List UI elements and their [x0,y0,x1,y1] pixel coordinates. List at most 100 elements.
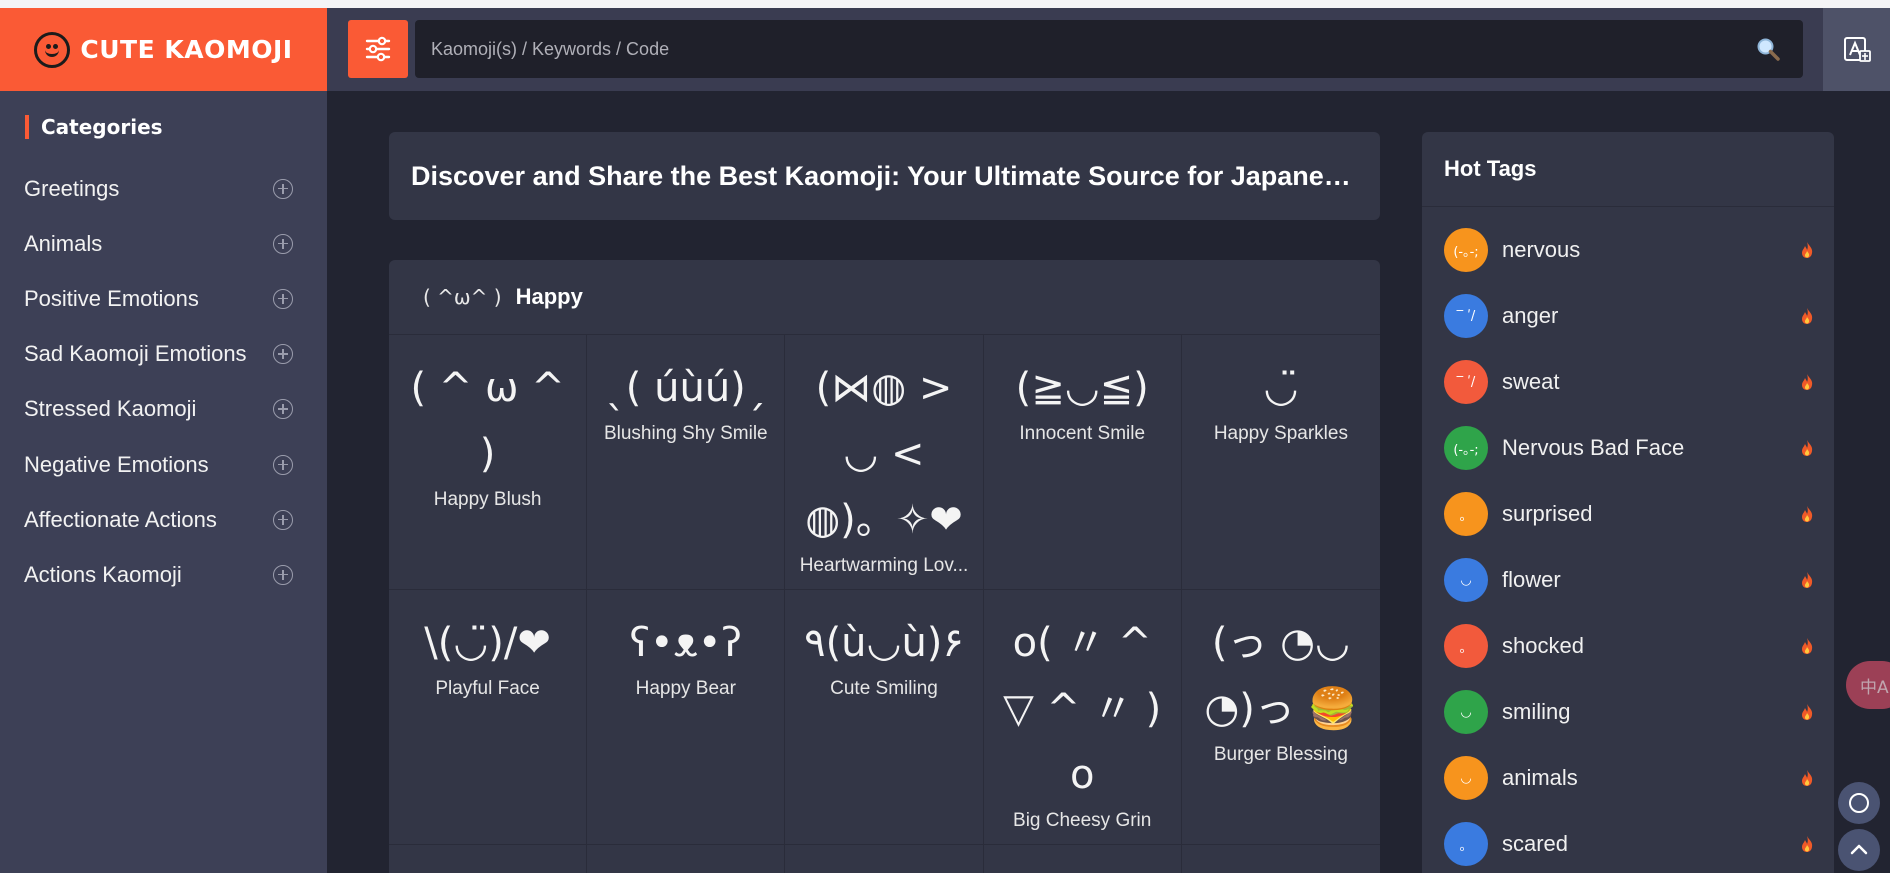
tag-avatar: ◡ [1444,558,1488,602]
flame-icon [1802,506,1813,522]
sidebar-item-label: Greetings [24,175,120,201]
tag-avatar: ◡ [1444,756,1488,800]
smiley-logo-icon [34,31,71,68]
flame-icon [1802,242,1813,258]
hot-tag-item[interactable]: ◡ flower [1422,547,1834,613]
scroll-to-top-button[interactable] [1838,829,1880,871]
kaomoji-card[interactable] [587,845,786,873]
kaomoji-card[interactable]: \(◡̈)/❤ Playful Face [389,590,588,845]
tag-avatar: (-｡-; [1444,426,1488,470]
tag-name[interactable]: surprised [1502,501,1800,527]
theme-toggle-button[interactable] [1838,782,1880,824]
flame-icon [1802,308,1813,324]
hot-tag-item[interactable]: ‾ ʹ/sweat [1422,349,1834,415]
kaomoji-text[interactable]: (⋈◍ > ◡ < ◍)。✧❤ [793,355,974,553]
sidebar-item-negative-emotions[interactable]: Negative Emotions [0,437,327,492]
hot-tag-item[interactable]: ◡ smiling [1422,679,1834,745]
hot-tag-item[interactable]: 。 surprised [1422,481,1834,547]
expand-plus-icon[interactable] [273,509,293,530]
sidebar-item-positive-emotions[interactable]: Positive Emotions [0,271,327,326]
tag-name[interactable]: sweat [1502,369,1800,395]
sidebar-item-label: Animals [24,230,103,256]
tag-name[interactable]: scared [1502,831,1800,857]
hot-tag-item[interactable]: (-｡-; Nervous Bad Face [1422,415,1834,481]
hot-tag-item[interactable]: ◡ animals [1422,745,1834,811]
section-title[interactable]: Happy [516,284,583,310]
expand-plus-icon[interactable] [273,564,293,585]
expand-plus-icon[interactable] [273,344,293,365]
kaomoji-card[interactable]: (っ ◔◡◔)っ 🍔 Burger Blessing [1181,590,1380,845]
tag-avatar: ‾ ʹ/ [1444,294,1488,338]
tag-avatar: ‾ ʹ/ [1444,360,1488,404]
kaomoji-text[interactable]: \(◡̈)/❤ [397,610,578,676]
hot-tag-item[interactable]: 。 scared [1422,811,1834,873]
search-icon[interactable] [1755,36,1781,62]
hot-tag-item[interactable]: (-｡-; nervous [1422,217,1834,283]
kaomoji-card[interactable] [1182,845,1380,873]
sidebar-item-greetings[interactable]: Greetings [0,161,327,216]
flame-icon [1802,374,1813,390]
tag-name[interactable]: flower [1502,567,1800,593]
kaomoji-card[interactable] [984,845,1182,873]
kaomoji-text[interactable]: ◡̈ [1190,355,1372,421]
tag-name[interactable]: Nervous Bad Face [1502,435,1800,461]
kaomoji-card[interactable]: ( ^ ω ^ ) Happy Blush [389,335,588,590]
kaomoji-card[interactable] [389,845,588,873]
kaomoji-label: Happy Bear [635,678,736,699]
flame-icon [1802,440,1813,456]
flame-icon [1802,704,1813,720]
kaomoji-text[interactable]: ʕ•ᴥ•ʔ [595,610,776,676]
tag-name[interactable]: anger [1502,303,1800,329]
expand-plus-icon[interactable] [273,233,293,254]
tag-name[interactable]: smiling [1502,699,1800,725]
kaomoji-card[interactable]: o( 〃 ^ ▽ ^ 〃 )o Big Cheesy Grin [983,590,1182,845]
kaomoji-card[interactable]: (⋈◍ > ◡ < ◍)。✧❤ Heartwarming Lov... [785,335,984,590]
sidebar-item-label: Sad Kaomoji Emotions [24,341,247,367]
translate-page-button[interactable] [1823,8,1890,91]
kaomoji-label: Happy Sparkles [1213,423,1348,444]
kaomoji-card[interactable] [785,845,984,873]
sidebar-item-sad-kaomoji-emotions[interactable]: Sad Kaomoji Emotions [0,327,327,382]
kaomoji-text[interactable]: (っ ◔◡◔)っ 🍔 [1190,610,1372,742]
kaomoji-text[interactable]: ٩(ù◡ù)۶ [793,610,974,676]
hot-tag-item[interactable]: 。 shocked [1422,613,1834,679]
kaomoji-card[interactable]: ʕ•ᴥ•ʔ Happy Bear [587,590,786,845]
site-logo[interactable]: CUTE KAOMOJI [0,8,327,91]
sidebar-item-actions-kaomoji[interactable]: Actions Kaomoji [0,547,327,602]
panel-header: ( ^ω^ ) Happy [389,260,1380,335]
kaomoji-card[interactable]: ˎ( úùú)ˏ Blushing Shy Smile [587,335,786,590]
sidebar-item-label: Negative Emotions [24,451,209,477]
search-input[interactable] [431,20,1731,78]
kaomoji-label: Cute Smiling [830,678,938,699]
tag-name[interactable]: animals [1502,765,1800,791]
kaomoji-card[interactable]: ٩(ù◡ù)۶ Cute Smiling [785,590,984,845]
site-header: CUTE KAOMOJI [0,8,1890,91]
expand-plus-icon[interactable] [273,399,293,420]
kaomoji-label: Burger Blessing [1213,744,1348,765]
kaomoji-text[interactable]: o( 〃 ^ ▽ ^ 〃 )o [992,610,1173,808]
expand-plus-icon[interactable] [273,454,293,475]
kaomoji-card[interactable]: ◡̈ Happy Sparkles [1181,335,1380,590]
hot-tag-item[interactable]: ‾ ʹ/anger [1422,283,1834,349]
sidebar-item-animals[interactable]: Animals [0,216,327,271]
kaomoji-label: Innocent Smile [1019,423,1146,444]
expand-plus-icon[interactable] [273,288,293,309]
tag-avatar: (-｡-; [1444,228,1488,272]
kaomoji-text[interactable]: ( ^ ω ^ ) [397,355,578,487]
browser-top-strip [0,0,1890,8]
kaomoji-card[interactable]: (≧◡≦) Innocent Smile [983,335,1182,590]
kaomoji-grid: ( ^ ω ^ ) Happy Blush ˎ( úùú)ˏ Blushing Sh… [389,335,1380,873]
sidebar-item-stressed-kaomoji[interactable]: Stressed Kaomoji [0,382,327,437]
tag-name[interactable]: nervous [1502,237,1800,263]
sidebar-item-label: Stressed Kaomoji [24,396,197,422]
sidebar-item-affectionate-actions[interactable]: Affectionate Actions [0,492,327,547]
kaomoji-text[interactable]: ˎ( úùú)ˏ [595,355,776,421]
kaomoji-label: Blushing Shy Smile [603,423,768,444]
floating-translate-button[interactable]: 中A [1846,661,1890,709]
tag-name[interactable]: shocked [1502,633,1800,659]
kaomoji-text[interactable]: (≧◡≦) [992,355,1173,421]
section-kaomoji: ( ^ω^ ) [423,285,502,309]
expand-plus-icon[interactable] [273,178,293,199]
filter-button[interactable] [348,20,408,78]
logo-text: CUTE KAOMOJI [80,35,293,64]
